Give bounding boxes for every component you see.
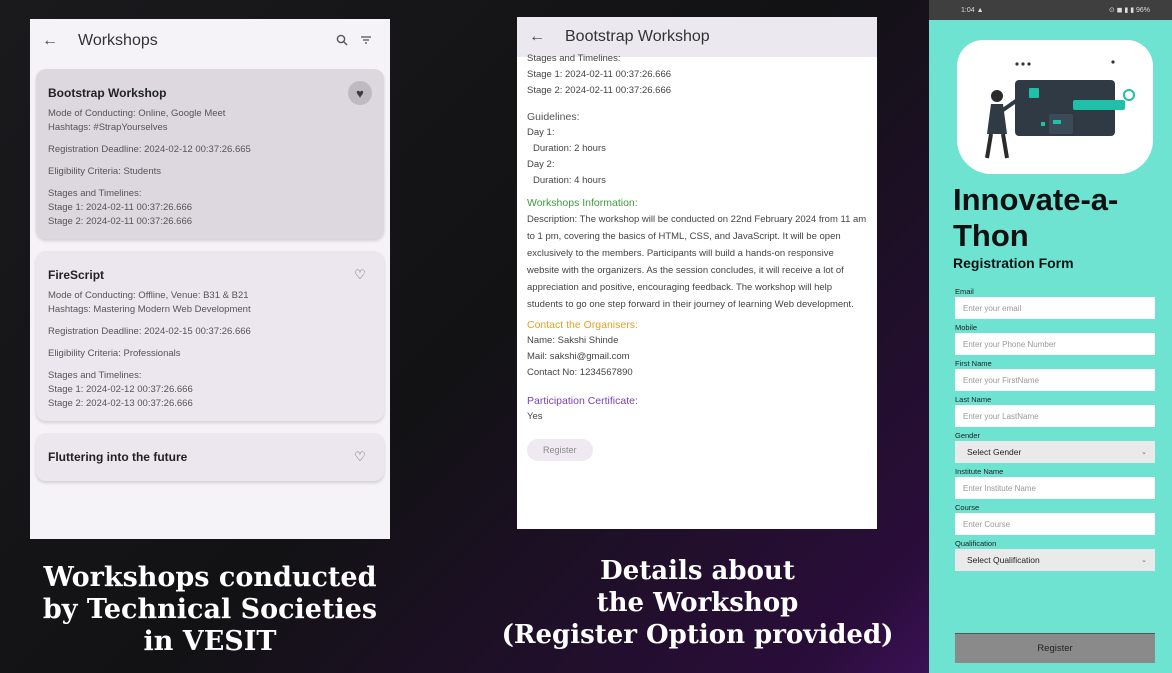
- workshop-mode: Mode of Conducting: Offline, Venue: B31 …: [48, 290, 249, 301]
- status-icons: ⊙ ◼ ▮ ▮ 96%: [1108, 7, 1150, 14]
- duration-2: Duration: 4 hours: [533, 175, 606, 186]
- workshop-hashtags: Hashtags: Mastering Modern Web Developme…: [48, 304, 251, 315]
- workshop-stages-heading: Stages and Timelines:: [48, 188, 142, 199]
- gender-select[interactable]: Select Gender ⌄: [955, 441, 1155, 463]
- caption-line: Details about: [600, 556, 795, 586]
- caption-details: Details about the Workshop (Register Opt…: [470, 555, 925, 651]
- email-field[interactable]: Enter your email: [955, 297, 1155, 319]
- contact-number: Contact No: 1234567890: [527, 367, 633, 378]
- info-heading: Workshops Information:: [527, 197, 638, 209]
- caption-line: the Workshop: [596, 588, 799, 618]
- register-button[interactable]: Register: [527, 439, 593, 461]
- caption-line: (Register Option provided): [501, 620, 894, 650]
- stage-1: Stage 1: 2024-02-11 00:37:26.666: [527, 69, 672, 80]
- email-label: Email: [955, 287, 974, 296]
- day-2: Day 2:: [527, 159, 555, 170]
- workshop-stage-1: Stage 1: 2024-02-12 00:37:26.666: [48, 384, 193, 395]
- guidelines-heading: Guidelines:: [527, 111, 580, 123]
- first-name-field[interactable]: Enter your FirstName: [955, 369, 1155, 391]
- form-title: Registration Form: [953, 255, 1074, 271]
- presentation-illustration-icon: [985, 60, 1135, 159]
- course-label: Course: [955, 503, 980, 512]
- heart-filled-icon[interactable]: ♥: [348, 81, 372, 105]
- workshops-app-bar: ← Workshops: [30, 19, 390, 63]
- certificate-heading: Participation Certificate:: [527, 395, 638, 407]
- workshop-deadline: Registration Deadline: 2024-02-12 00:37:…: [48, 144, 251, 155]
- stage-2: Stage 2: 2024-02-11 00:37:26.666: [527, 85, 672, 96]
- certificate-value: Yes: [527, 411, 543, 422]
- last-name-label: Last Name: [955, 395, 992, 404]
- workshop-eligibility: Eligibility Criteria: Students: [48, 166, 161, 177]
- workshop-card[interactable]: FireScript ♡ Mode of Conducting: Offline…: [36, 251, 384, 421]
- qualification-select[interactable]: Select Qualification ⌄: [955, 549, 1155, 571]
- status-bar: 1:04 ▲ ⊙ ◼ ▮ ▮ 96%: [929, 0, 1172, 20]
- workshop-details-screen: ← Bootstrap Workshop Stages and Timeline…: [517, 17, 877, 529]
- duration-1: Duration: 2 hours: [533, 143, 606, 154]
- contact-heading: Contact the Organisers:: [527, 319, 638, 331]
- heart-outline-icon[interactable]: ♡: [348, 263, 372, 287]
- workshop-title: FireScript: [48, 268, 105, 282]
- institute-field[interactable]: Enter Institute Name: [955, 477, 1155, 499]
- qualification-select-value: Select Qualification: [967, 555, 1040, 565]
- course-field[interactable]: Enter Course: [955, 513, 1155, 535]
- workshop-stage-2: Stage 2: 2024-02-11 00:37:26.666: [48, 216, 193, 227]
- chevron-down-icon: ⌄: [1141, 449, 1147, 456]
- workshop-stage-1: Stage 1: 2024-02-11 00:37:26.666: [48, 202, 193, 213]
- gender-label: Gender: [955, 431, 981, 440]
- registration-form-screen: 1:04 ▲ ⊙ ◼ ▮ ▮ 96% Innovate-a-Thon Regis…: [929, 0, 1172, 673]
- workshop-hashtags: Hashtags: #StrapYourselves: [48, 122, 168, 133]
- mobile-label: Mobile: [955, 323, 978, 332]
- institute-label: Institute Name: [955, 467, 1004, 476]
- arrow-left-icon[interactable]: ←: [42, 32, 66, 50]
- registration-form: Email Enter your email Mobile Enter your…: [955, 287, 1155, 575]
- workshop-eligibility: Eligibility Criteria: Professionals: [48, 348, 181, 359]
- arrow-left-icon[interactable]: ←: [529, 28, 553, 46]
- heart-outline-icon[interactable]: ♡: [348, 445, 372, 469]
- last-name-field[interactable]: Enter your LastName: [955, 405, 1155, 427]
- qualification-label: Qualification: [955, 539, 997, 548]
- workshops-list-screen: ← Workshops Bootstrap Workshop ♥ Mode of…: [30, 19, 390, 539]
- gender-select-value: Select Gender: [967, 447, 1022, 457]
- workshop-card[interactable]: Bootstrap Workshop ♥ Mode of Conducting:…: [36, 69, 384, 239]
- caption-line: by Technical Societies: [42, 594, 378, 625]
- workshop-stage-2: Stage 2: 2024-02-13 00:37:26.666: [48, 398, 193, 409]
- event-title: Innovate-a-Thon: [953, 182, 1119, 253]
- contact-mail: Mail: sakshi@gmail.com: [527, 351, 630, 362]
- details-content: Stages and Timelines: Stage 1: 2024-02-1…: [517, 53, 877, 461]
- stages-heading: Stages and Timelines:: [527, 53, 621, 64]
- contact-name: Name: Sakshi Shinde: [527, 335, 619, 346]
- workshop-description: Description: The workshop will be conduc…: [527, 214, 867, 310]
- workshop-mode: Mode of Conducting: Online, Google Meet: [48, 108, 226, 119]
- page-title: Bootstrap Workshop: [565, 28, 710, 45]
- search-icon[interactable]: [330, 33, 354, 49]
- workshop-stages-heading: Stages and Timelines:: [48, 370, 142, 381]
- workshop-deadline: Registration Deadline: 2024-02-15 00:37:…: [48, 326, 251, 337]
- filter-icon[interactable]: [354, 33, 378, 49]
- first-name-label: First Name: [955, 359, 992, 368]
- workshop-title: Fluttering into the future: [48, 450, 188, 464]
- chevron-down-icon: ⌄: [1141, 557, 1147, 564]
- workshop-title: Bootstrap Workshop: [48, 86, 167, 100]
- hero-illustration: [957, 40, 1153, 174]
- day-1: Day 1:: [527, 127, 555, 138]
- mobile-field[interactable]: Enter your Phone Number: [955, 333, 1155, 355]
- status-time: 1:04 ▲: [961, 6, 984, 14]
- caption-line: Workshops conducted: [43, 562, 377, 593]
- workshop-card[interactable]: Fluttering into the future ♡: [36, 433, 384, 481]
- register-button[interactable]: Register: [955, 633, 1155, 663]
- page-title: Workshops: [78, 32, 158, 49]
- caption-workshops: Workshops conducted by Technical Societi…: [0, 562, 420, 658]
- caption-line: in VESIT: [143, 626, 277, 657]
